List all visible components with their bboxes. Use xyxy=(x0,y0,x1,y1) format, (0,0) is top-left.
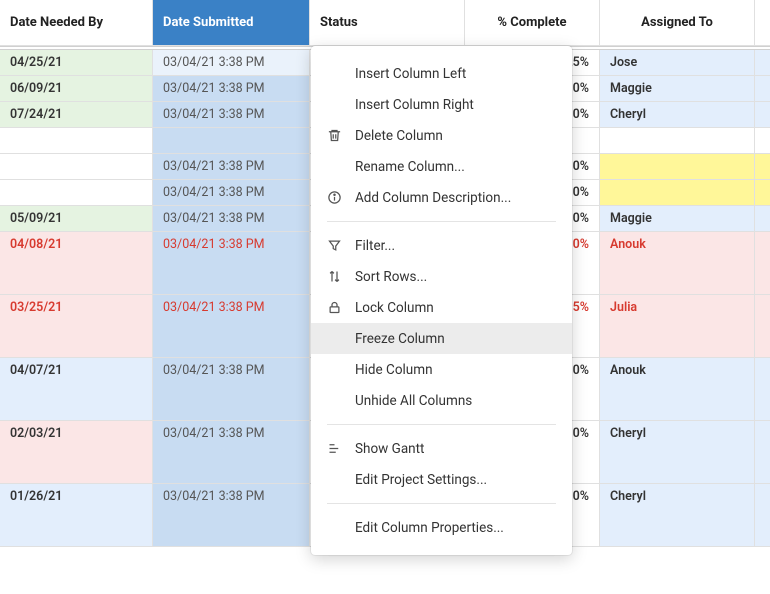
menu-lock[interactable]: Lock Column xyxy=(311,292,572,323)
cell-date-needed[interactable]: 02/03/21 xyxy=(0,421,153,483)
menu-label: Delete Column xyxy=(355,128,443,144)
menu-filter[interactable]: Filter... xyxy=(311,230,572,261)
menu-divider xyxy=(327,503,556,504)
menu-sort[interactable]: Sort Rows... xyxy=(311,261,572,292)
cell-assigned[interactable]: Maggie xyxy=(600,76,755,101)
cell-assigned[interactable] xyxy=(600,180,755,205)
cell-assigned[interactable]: Jose xyxy=(600,50,755,75)
cell-assigned[interactable]: Anouk xyxy=(600,358,755,420)
filter-icon xyxy=(327,238,355,253)
cell-extra[interactable] xyxy=(755,50,770,75)
cell-assigned[interactable]: Cheryl xyxy=(600,484,755,546)
cell-extra[interactable] xyxy=(755,128,770,153)
cell-date-submitted[interactable]: 03/04/21 3:38 PM xyxy=(153,232,310,294)
menu-add-desc[interactable]: Add Column Description... xyxy=(311,182,572,213)
menu-col-properties[interactable]: Edit Column Properties... xyxy=(311,512,572,543)
menu-label: Hide Column xyxy=(355,362,433,378)
cell-assigned[interactable]: Cheryl xyxy=(600,421,755,483)
cell-date-submitted[interactable]: 03/04/21 3:38 PM xyxy=(153,358,310,420)
cell-date-needed[interactable] xyxy=(0,180,153,205)
menu-freeze[interactable]: Freeze Column xyxy=(311,323,572,354)
menu-label: Filter... xyxy=(355,238,395,254)
menu-insert-col-right[interactable]: Insert Column Right xyxy=(311,89,572,120)
cell-date-needed[interactable]: 05/09/21 xyxy=(0,206,153,231)
column-header-complete[interactable]: % Complete xyxy=(465,0,600,45)
header-row: Date Needed By Date Submitted Status % C… xyxy=(0,0,770,46)
menu-label: Lock Column xyxy=(355,300,434,316)
column-header-extra[interactable] xyxy=(755,0,770,45)
cell-date-submitted[interactable]: 03/04/21 3:38 PM xyxy=(153,206,310,231)
cell-date-needed[interactable] xyxy=(0,154,153,179)
column-header-status[interactable]: Status xyxy=(310,0,465,45)
cell-date-submitted[interactable]: 03/04/21 3:38 PM xyxy=(153,295,310,357)
cell-extra[interactable] xyxy=(755,206,770,231)
menu-label: Edit Column Properties... xyxy=(355,520,504,536)
menu-hide[interactable]: Hide Column xyxy=(311,354,572,385)
column-context-menu: Insert Column Left Insert Column Right D… xyxy=(311,46,572,555)
cell-assigned[interactable] xyxy=(600,154,755,179)
menu-label: Show Gantt xyxy=(355,441,424,457)
cell-date-needed[interactable]: 06/09/21 xyxy=(0,76,153,101)
cell-date-needed[interactable]: 04/08/21 xyxy=(0,232,153,294)
column-header-date-needed[interactable]: Date Needed By xyxy=(0,0,153,45)
menu-project-settings[interactable]: Edit Project Settings... xyxy=(311,464,572,495)
menu-show-gantt[interactable]: Show Gantt xyxy=(311,433,572,464)
menu-rename-col[interactable]: Rename Column... xyxy=(311,151,572,182)
column-header-date-submitted[interactable]: Date Submitted xyxy=(153,0,310,45)
cell-assigned[interactable]: Maggie xyxy=(600,206,755,231)
lock-icon xyxy=(327,300,355,315)
cell-extra[interactable] xyxy=(755,102,770,127)
cell-date-submitted[interactable]: 03/04/21 3:38 PM xyxy=(153,421,310,483)
info-icon xyxy=(327,190,355,205)
cell-date-submitted[interactable]: 03/04/21 3:38 PM xyxy=(153,102,310,127)
cell-date-submitted[interactable]: 03/04/21 3:38 PM xyxy=(153,484,310,546)
cell-date-needed[interactable]: 04/07/21 xyxy=(0,358,153,420)
cell-date-submitted[interactable]: 03/04/21 3:38 PM xyxy=(153,50,310,75)
cell-assigned[interactable] xyxy=(600,128,755,153)
cell-extra[interactable] xyxy=(755,421,770,483)
menu-label: Unhide All Columns xyxy=(355,393,472,409)
cell-extra[interactable] xyxy=(755,295,770,357)
cell-date-needed[interactable]: 07/24/21 xyxy=(0,102,153,127)
menu-label: Insert Column Left xyxy=(355,66,466,82)
menu-label: Freeze Column xyxy=(355,331,445,347)
sort-icon xyxy=(327,269,355,284)
menu-delete-col[interactable]: Delete Column xyxy=(311,120,572,151)
menu-label: Add Column Description... xyxy=(355,190,511,206)
column-header-assigned[interactable]: Assigned To xyxy=(600,0,755,45)
menu-label: Rename Column... xyxy=(355,159,465,175)
cell-date-submitted[interactable]: 03/04/21 3:38 PM xyxy=(153,76,310,101)
cell-assigned[interactable]: Cheryl xyxy=(600,102,755,127)
cell-date-submitted[interactable]: 03/04/21 3:38 PM xyxy=(153,154,310,179)
cell-date-needed[interactable] xyxy=(0,128,153,153)
menu-label: Sort Rows... xyxy=(355,269,427,285)
cell-assigned[interactable]: Julia xyxy=(600,295,755,357)
gantt-icon xyxy=(327,441,355,456)
cell-extra[interactable] xyxy=(755,358,770,420)
cell-extra[interactable] xyxy=(755,76,770,101)
cell-date-needed[interactable]: 03/25/21 xyxy=(0,295,153,357)
cell-extra[interactable] xyxy=(755,180,770,205)
cell-date-submitted[interactable] xyxy=(153,128,310,153)
cell-date-submitted[interactable]: 03/04/21 3:38 PM xyxy=(153,180,310,205)
menu-unhide[interactable]: Unhide All Columns xyxy=(311,385,572,416)
cell-extra[interactable] xyxy=(755,484,770,546)
menu-divider xyxy=(327,221,556,222)
cell-extra[interactable] xyxy=(755,232,770,294)
cell-assigned[interactable]: Anouk xyxy=(600,232,755,294)
menu-insert-col-left[interactable]: Insert Column Left xyxy=(311,58,572,89)
menu-label: Edit Project Settings... xyxy=(355,472,487,488)
menu-divider xyxy=(327,424,556,425)
menu-label: Insert Column Right xyxy=(355,97,474,113)
cell-date-needed[interactable]: 01/26/21 xyxy=(0,484,153,546)
cell-date-needed[interactable]: 04/25/21 xyxy=(0,50,153,75)
trash-icon xyxy=(327,128,355,143)
cell-extra[interactable] xyxy=(755,154,770,179)
